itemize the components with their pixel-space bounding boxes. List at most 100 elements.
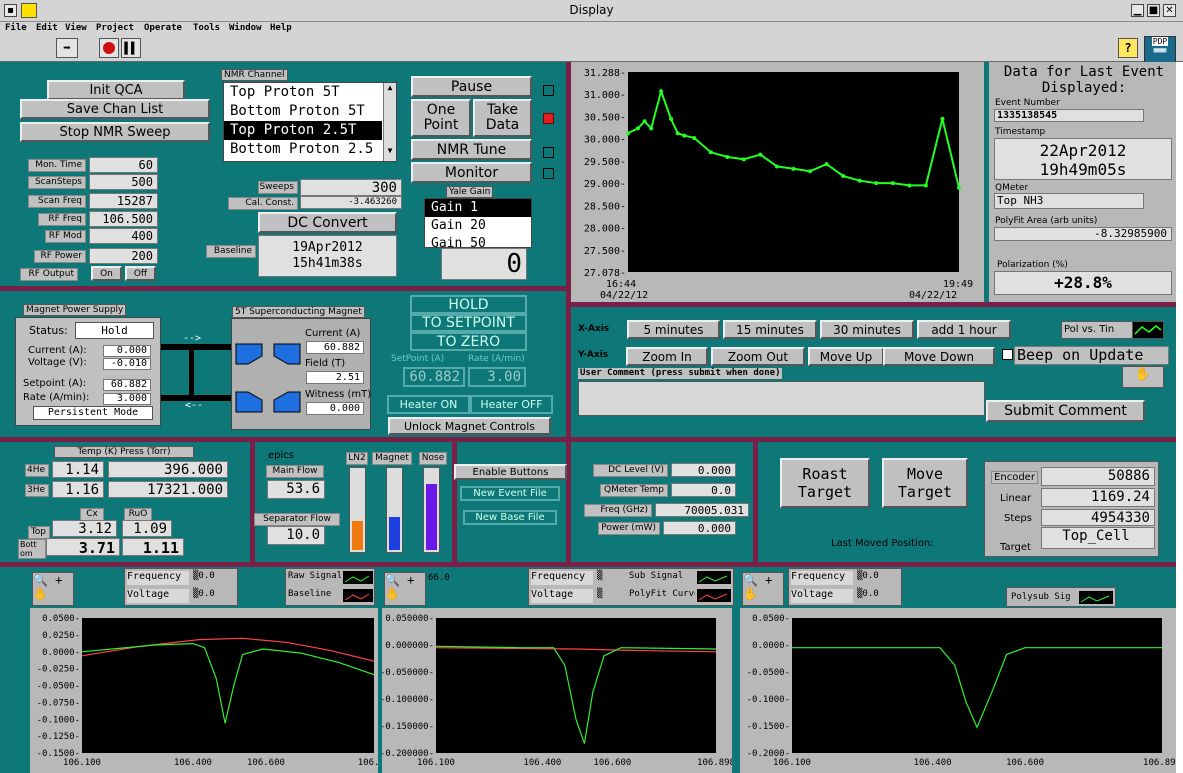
zoom-icon[interactable]: 🔍	[385, 573, 400, 587]
heater-off-button[interactable]: Heater OFF	[470, 395, 553, 414]
y-format-icon[interactable]: ▒	[597, 589, 602, 599]
abort-icon[interactable]	[99, 38, 119, 58]
menu-window[interactable]: Window	[229, 22, 262, 34]
graph-pan-icon[interactable]: ✋	[1122, 366, 1164, 388]
menu-tools[interactable]: Tools	[193, 22, 220, 34]
pan-icon[interactable]: ✋	[743, 587, 783, 601]
zoom-icon[interactable]: 🔍	[33, 573, 48, 587]
rate-amin-input[interactable]: 3.00	[468, 367, 526, 387]
status-value: Hold	[75, 322, 154, 339]
to-setpoint-button[interactable]: TO SETPOINT	[410, 314, 527, 332]
user-comment-input[interactable]	[578, 381, 985, 416]
maximize-icon[interactable]: ■	[1147, 4, 1160, 17]
dc-convert-button[interactable]: DC Convert	[258, 212, 397, 233]
enable-buttons-button[interactable]: Enable Buttons	[454, 464, 567, 480]
x-format-icon[interactable]: ▒0.0	[193, 571, 215, 581]
rf-mod-input[interactable]: 400	[89, 228, 158, 244]
y-format-icon[interactable]: ▒0.0	[193, 589, 215, 599]
minimize-icon[interactable]: ▁	[1131, 4, 1144, 17]
yale-gain-list[interactable]: Gain 1 Gain 20 Gain 50	[424, 198, 532, 248]
menu-help[interactable]: Help	[270, 22, 292, 34]
nmr-tune-button[interactable]: NMR Tune	[411, 139, 532, 160]
channel-scrollbar[interactable]: ▲ ▼	[383, 83, 396, 161]
rf-freq-input[interactable]: 106.500	[89, 211, 158, 227]
zoom-icon[interactable]: 🔍	[743, 573, 758, 587]
menu-file[interactable]: File	[5, 22, 27, 34]
y-zoom-out-button[interactable]: Zoom Out	[711, 347, 805, 366]
unlock-magnet-controls-button[interactable]: Unlock Magnet Controls	[388, 417, 551, 435]
x-scale-label: Frequency	[531, 571, 593, 585]
run-arrow-icon[interactable]: ➡	[56, 38, 78, 58]
pause-button[interactable]: Pause	[411, 76, 532, 97]
stop-nmr-sweep-button[interactable]: Stop NMR Sweep	[20, 122, 210, 142]
x-5min-button[interactable]: 5 minutes	[627, 320, 720, 339]
new-base-file-button[interactable]: New Base File	[463, 510, 557, 525]
new-event-file-button[interactable]: New Event File	[460, 486, 560, 501]
heater-on-button[interactable]: Heater ON	[387, 395, 470, 414]
y-tick-label: -0.0500-	[37, 682, 80, 692]
crosshair-icon[interactable]: +	[400, 573, 414, 587]
move-target-button[interactable]: Move Target	[882, 458, 968, 508]
scan-steps-input[interactable]: 500	[89, 174, 158, 190]
pause-icon[interactable]: ▌▌	[121, 38, 141, 58]
polarization-trend-chart[interactable]: 31.288- 31.000- 30.500- 30.000- 29.500- 29.00…	[571, 62, 984, 302]
menu-edit[interactable]: Edit	[36, 22, 58, 34]
nmr-channel-list[interactable]: Top Proton 5T Bottom Proton 5T Top Proto…	[223, 82, 397, 162]
monitor-button[interactable]: Monitor	[411, 162, 532, 183]
channel-item[interactable]: Bottom Proton 2.5	[224, 140, 382, 159]
roast-target-button[interactable]: Roast Target	[780, 458, 870, 508]
trend-point	[923, 183, 928, 188]
to-zero-button[interactable]: TO ZERO	[410, 332, 527, 351]
x-30min-button[interactable]: 30 minutes	[820, 320, 914, 339]
setpoint-value[interactable]: 60.882	[103, 379, 151, 391]
mon-time-input[interactable]: 60	[89, 157, 158, 173]
param-label: RF Mod	[45, 230, 86, 243]
help-icon[interactable]: ?	[1118, 38, 1138, 58]
rate-value[interactable]: 3.000	[103, 393, 151, 405]
scan-freq-input[interactable]: 15287	[89, 193, 158, 209]
save-chan-list-button[interactable]: Save Chan List	[20, 99, 210, 119]
polysub-signal-graph[interactable]: 0.0500-0.0000--0.0500--0.1000--0.1500--0…	[740, 608, 1176, 773]
menu-project[interactable]: Project	[96, 22, 134, 34]
hold-button[interactable]: HOLD	[410, 295, 527, 314]
gain-item[interactable]: Gain 50	[425, 235, 531, 247]
rf-power-input[interactable]: 200	[89, 248, 158, 264]
menu-operate[interactable]: Operate	[144, 22, 182, 34]
rate-label: Rate (A/min):	[23, 392, 90, 403]
rf-on-button[interactable]: On	[91, 266, 122, 281]
pol-vs-time-legend[interactable]: Pol vs. Tin	[1061, 321, 1134, 339]
sweeps-value[interactable]: 300	[300, 179, 402, 196]
scroll-down-icon[interactable]: ▼	[384, 146, 396, 155]
crosshair-icon[interactable]: +	[48, 573, 62, 587]
x-add-hour-button[interactable]: add 1 hour	[917, 320, 1011, 339]
setpoint-a-input[interactable]: 60.882	[403, 367, 465, 387]
cal-const-value[interactable]: -3.463260	[300, 196, 402, 209]
pan-icon[interactable]: ✋	[33, 587, 73, 601]
close-icon[interactable]: ✕	[1163, 4, 1176, 17]
y-zoom-in-button[interactable]: Zoom In	[626, 347, 708, 366]
take-data-button[interactable]: Take Data	[473, 99, 532, 137]
channel-item-selected[interactable]: Top Proton 2.5T	[224, 121, 382, 140]
x-format-icon[interactable]: ▒0.0	[857, 571, 879, 581]
init-qca-button[interactable]: Init QCA	[47, 80, 185, 100]
gain-item-selected[interactable]: Gain 1	[425, 199, 531, 217]
x-15min-button[interactable]: 15 minutes	[723, 320, 817, 339]
y-move-down-button[interactable]: Move Down	[883, 347, 995, 366]
sub-signal-graph[interactable]: 0.050000- 0.000000- -0.050000- -0.100000- -0…	[382, 608, 732, 773]
crosshair-icon[interactable]: +	[758, 573, 772, 587]
submit-comment-button[interactable]: Submit Comment	[986, 400, 1145, 422]
raw-signal-graph[interactable]: 0.0500- 0.0250- 0.0000- -0.0250- -0.0500- -0.…	[30, 608, 378, 773]
scroll-up-icon[interactable]: ▲	[384, 83, 396, 92]
beep-checkbox[interactable]	[1002, 349, 1013, 360]
beep-on-update-label[interactable]: Beep on Update	[1014, 346, 1169, 365]
y-format-icon[interactable]: ▒0.0	[857, 589, 879, 599]
menu-view[interactable]: View	[65, 22, 87, 34]
rf-off-button[interactable]: Off	[125, 266, 156, 281]
one-point-button[interactable]: One Point	[411, 99, 471, 137]
channel-item[interactable]: Top Proton 5T	[224, 83, 382, 102]
pan-icon[interactable]: ✋	[385, 587, 425, 601]
y-move-up-button[interactable]: Move Up	[808, 347, 884, 366]
x-format-icon[interactable]: ▒	[597, 571, 602, 581]
gain-item[interactable]: Gain 20	[425, 217, 531, 235]
channel-item[interactable]: Bottom Proton 5T	[224, 102, 382, 121]
